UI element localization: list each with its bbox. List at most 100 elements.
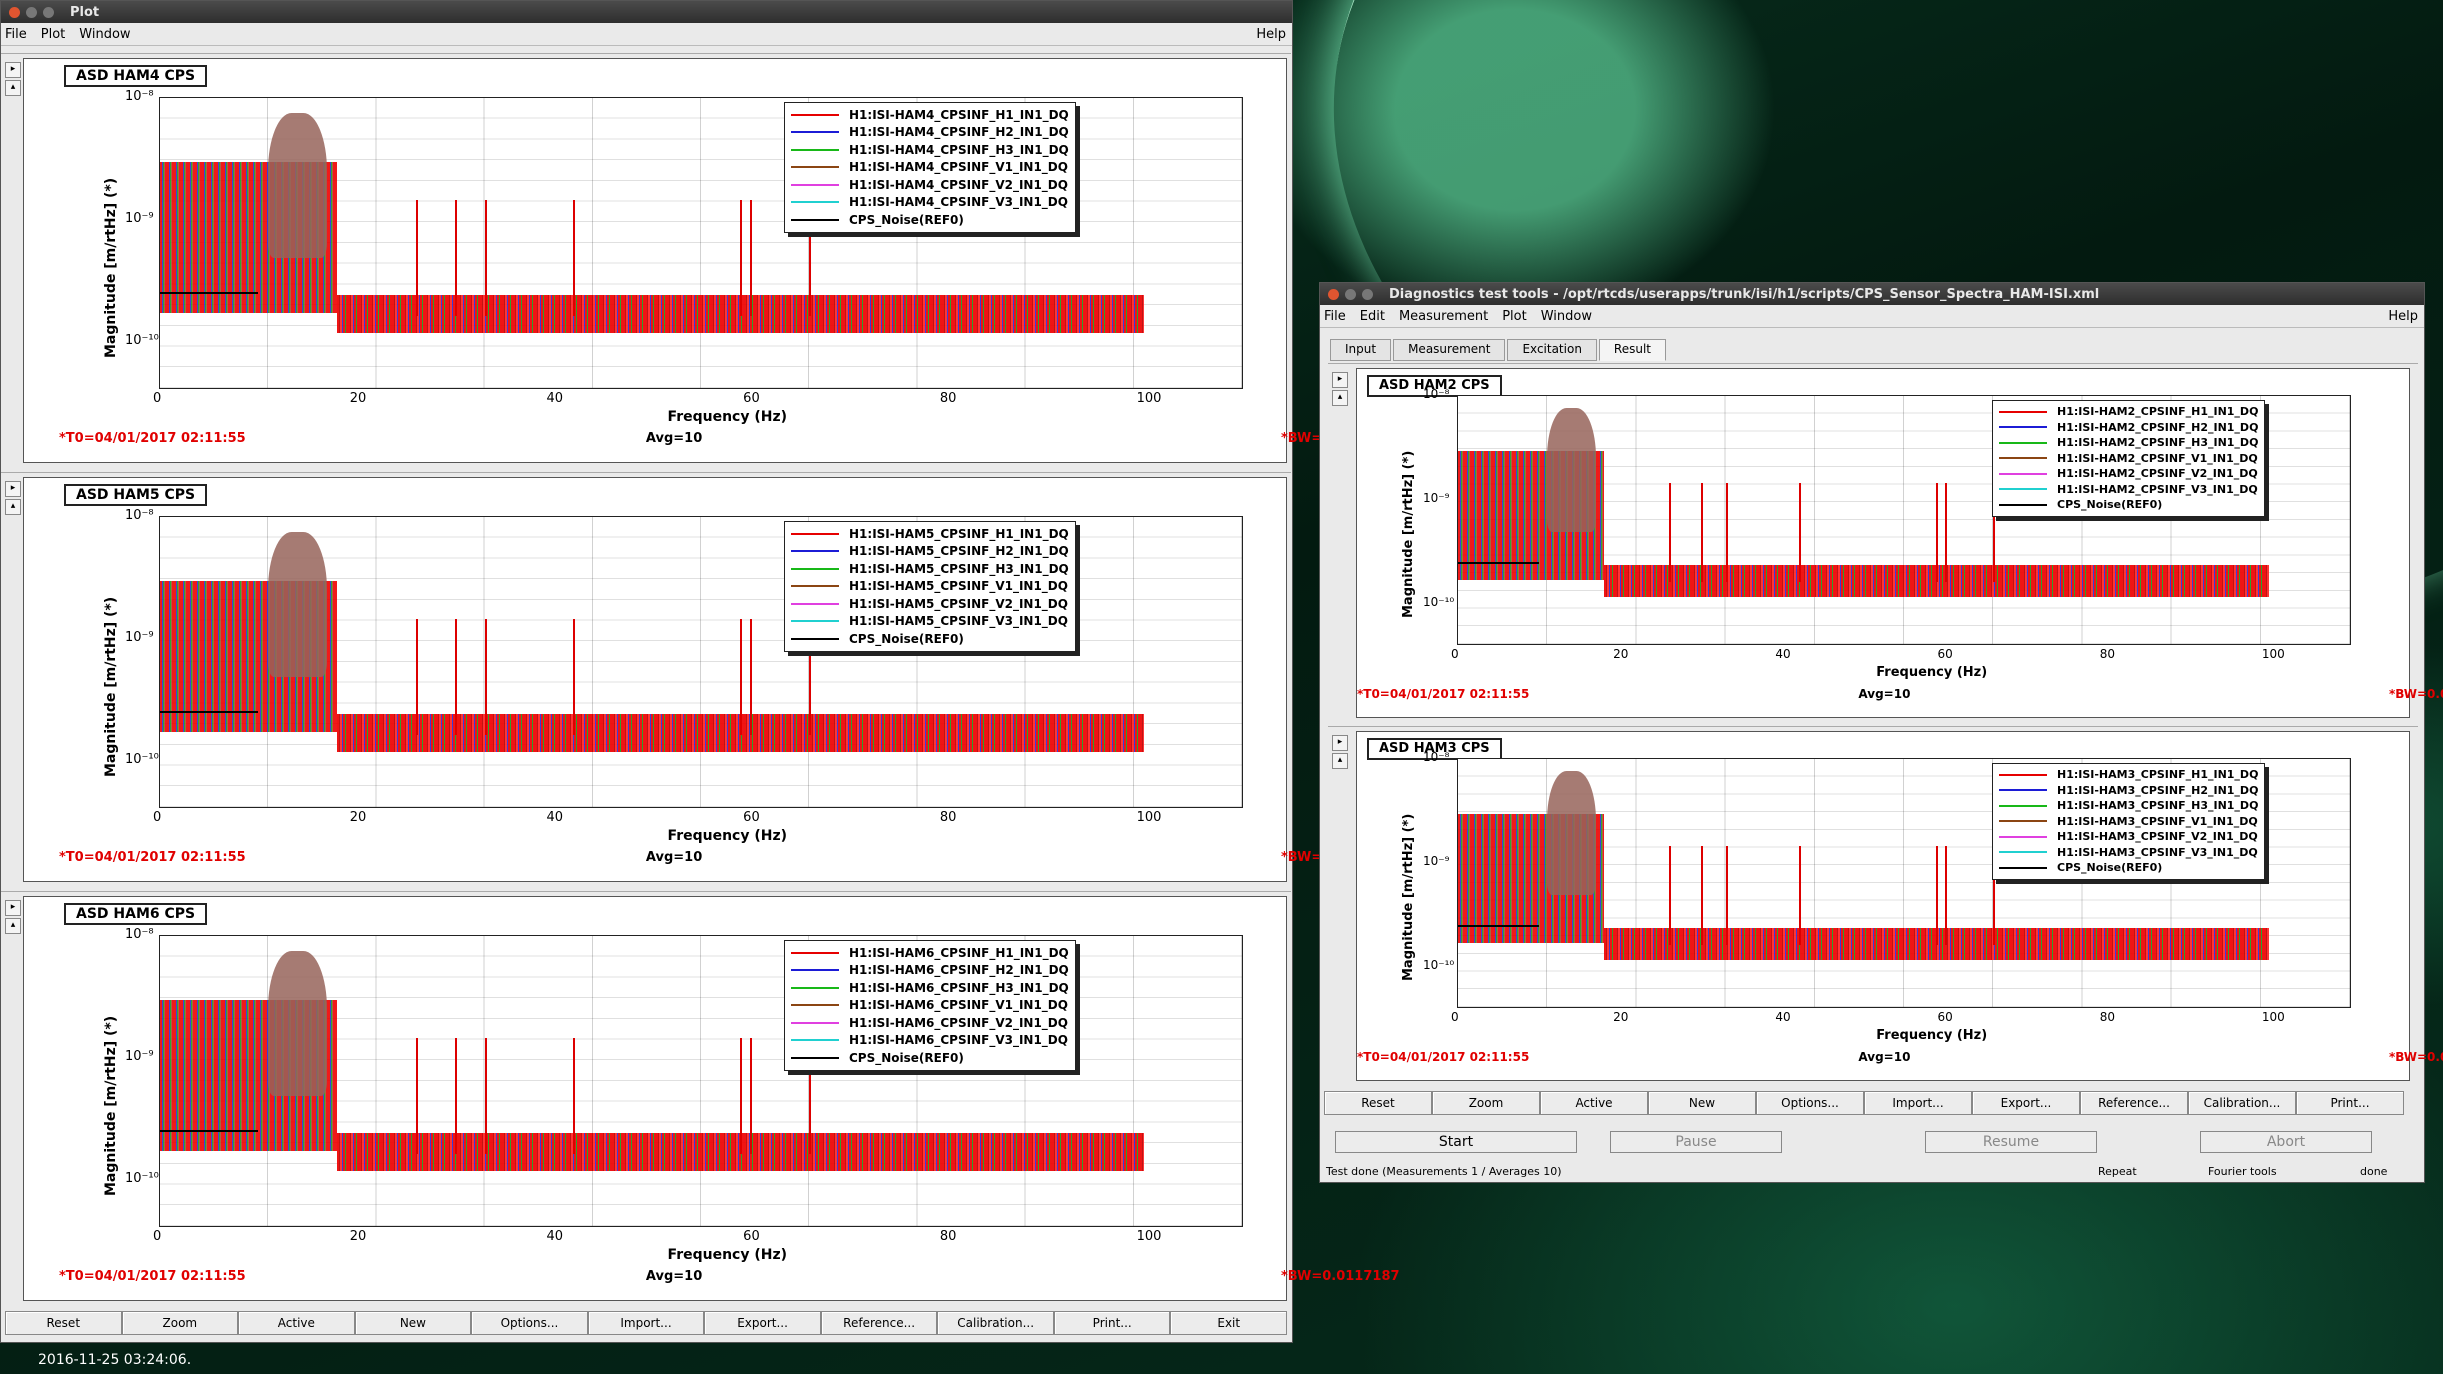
plot-canvas[interactable]: ASD HAM5 CPS H1:ISI-HAM5_CPSINF_H1_IN1_DQ…	[23, 477, 1400, 882]
legend-swatch	[791, 131, 839, 134]
plot-legend[interactable]: H1:ISI-HAM5_CPSINF_H1_IN1_DQ H1:ISI-HAM5_…	[784, 521, 1076, 652]
spectral-line	[455, 618, 458, 735]
collapse-icon[interactable]: ▴	[5, 499, 21, 515]
plot-canvas[interactable]: ASD HAM3 CPS H1:ISI-HAM3_CPSINF_H1_IN1_DQ…	[1356, 731, 2443, 1081]
toolbar-button[interactable]: Calibration...	[937, 1311, 1054, 1335]
resume-button[interactable]: Resume	[1925, 1131, 2097, 1153]
legend-swatch	[791, 969, 839, 972]
menu-edit[interactable]: Edit	[1360, 309, 1385, 324]
reference-noise-line	[160, 1130, 259, 1133]
menu-file[interactable]: File	[5, 27, 27, 42]
toolbar-button[interactable]: Reference...	[2080, 1091, 2188, 1115]
maximize-icon[interactable]	[43, 6, 54, 18]
plot-canvas[interactable]: ASD HAM2 CPS H1:ISI-HAM2_CPSINF_H1_IN1_DQ…	[1356, 368, 2443, 718]
x-axis-label: Frequency (Hz)	[667, 409, 788, 425]
toolbar-button[interactable]: Export...	[1972, 1091, 2080, 1115]
collapse-icon[interactable]: ▴	[5, 918, 21, 934]
plot-legend[interactable]: H1:ISI-HAM4_CPSINF_H1_IN1_DQ H1:ISI-HAM4_…	[784, 102, 1076, 233]
plot-title: ASD HAM4 CPS	[64, 65, 208, 87]
y-tick-label: 10⁻⁹	[1423, 491, 1450, 506]
toolbar-button[interactable]: Reset	[5, 1311, 122, 1335]
legend-swatch	[1999, 804, 2047, 807]
legend-entry: H1:ISI-HAM5_CPSINF_H2_IN1_DQ	[791, 543, 1069, 561]
pause-button[interactable]: Pause	[1610, 1131, 1782, 1153]
spectral-line	[1701, 482, 1704, 582]
x-tick-label: 80	[2099, 1010, 2115, 1024]
abort-button[interactable]: Abort	[2200, 1131, 2372, 1153]
menu-help[interactable]: Help	[2388, 309, 2418, 324]
plot-legend[interactable]: H1:ISI-HAM6_CPSINF_H1_IN1_DQ H1:ISI-HAM6_…	[784, 940, 1076, 1071]
maximize-icon[interactable]	[1362, 288, 1373, 300]
toolbar-button[interactable]: Zoom	[1432, 1091, 1540, 1115]
legend-swatch	[1999, 851, 2047, 854]
toolbar-button[interactable]: Active	[238, 1311, 355, 1335]
y-tick-label: 10⁻¹⁰	[1423, 958, 1455, 973]
close-icon[interactable]	[9, 6, 20, 18]
resonance-peak	[268, 531, 328, 677]
menu-plot[interactable]: Plot	[41, 27, 66, 42]
menu-file[interactable]: File	[1324, 309, 1346, 324]
menu-window[interactable]: Window	[79, 27, 130, 42]
legend-label: H1:ISI-HAM2_CPSINF_V3_IN1_DQ	[2057, 482, 2258, 496]
x-tick-label: 0	[1451, 1010, 1459, 1024]
resonance-peak	[1547, 771, 1596, 896]
toolbar-button[interactable]: New	[1648, 1091, 1756, 1115]
tab-measurement[interactable]: Measurement	[1393, 339, 1506, 361]
minimize-icon[interactable]	[1345, 288, 1356, 300]
start-button[interactable]: Start	[1335, 1131, 1577, 1153]
expand-icon[interactable]: ▸	[5, 481, 21, 497]
plot-window: Plot File Plot Window Help ▸ ▴ ASD HAM4 CP…	[0, 0, 1400, 1343]
close-icon[interactable]	[1328, 288, 1339, 300]
spectral-line	[573, 618, 576, 735]
toolbar-button[interactable]: Options...	[471, 1311, 588, 1335]
legend-entry: CPS_Noise(REF0)	[791, 630, 1069, 648]
toolbar-button[interactable]: Print...	[2296, 1091, 2404, 1115]
expand-icon[interactable]: ▸	[5, 900, 21, 916]
toolbar-button[interactable]: Calibration...	[2188, 1091, 2296, 1115]
spectral-line	[1798, 845, 1801, 945]
status-done: done	[2360, 1165, 2388, 1178]
toolbar-button[interactable]: Zoom	[121, 1311, 239, 1335]
avg-label: Avg=10	[645, 850, 703, 865]
plot-legend[interactable]: H1:ISI-HAM3_CPSINF_H1_IN1_DQ H1:ISI-HAM3_…	[1992, 763, 2266, 880]
menu-help[interactable]: Help	[1256, 27, 1286, 42]
expand-icon[interactable]: ▸	[1332, 735, 1348, 751]
menu-window[interactable]: Window	[1541, 309, 1592, 324]
x-tick-label: 100	[2261, 1010, 2285, 1024]
tab-input[interactable]: Input	[1330, 339, 1392, 361]
legend-entry: H1:ISI-HAM5_CPSINF_H1_IN1_DQ	[791, 525, 1069, 543]
toolbar-button[interactable]: Export...	[704, 1311, 821, 1335]
expand-icon[interactable]: ▸	[5, 62, 21, 78]
reference-noise-line	[160, 711, 259, 714]
expand-icon[interactable]: ▸	[1332, 372, 1348, 388]
collapse-icon[interactable]: ▴	[1332, 753, 1348, 769]
tab-result[interactable]: Result	[1598, 339, 1666, 361]
toolbar-button[interactable]: Active	[1540, 1091, 1648, 1115]
collapse-icon[interactable]: ▴	[5, 80, 21, 96]
legend-label: H1:ISI-HAM6_CPSINF_H3_IN1_DQ	[849, 980, 1069, 995]
x-tick-label: 40	[1775, 1010, 1791, 1024]
y-tick-label: 10⁻¹⁰	[125, 332, 159, 348]
toolbar-button[interactable]: New	[354, 1311, 472, 1335]
dtt-titlebar[interactable]: Diagnostics test tools - /opt/rtcds/user…	[1320, 283, 2424, 305]
legend-entry: H1:ISI-HAM3_CPSINF_H1_IN1_DQ	[1999, 767, 2258, 783]
menu-plot[interactable]: Plot	[1502, 309, 1527, 324]
toolbar-button[interactable]: Print...	[1053, 1311, 1171, 1335]
minimize-icon[interactable]	[26, 6, 37, 18]
plot-canvas[interactable]: ASD HAM6 CPS H1:ISI-HAM6_CPSINF_H1_IN1_DQ…	[23, 896, 1400, 1301]
reference-noise-line	[1458, 925, 1540, 928]
toolbar-button[interactable]: Reference...	[820, 1311, 938, 1335]
toolbar-button[interactable]: Import...	[1864, 1091, 1972, 1115]
plot-legend[interactable]: H1:ISI-HAM2_CPSINF_H1_IN1_DQ H1:ISI-HAM2_…	[1992, 400, 2266, 517]
toolbar-button[interactable]: Options...	[1756, 1091, 1864, 1115]
tab-excitation[interactable]: Excitation	[1507, 339, 1597, 361]
y-axis-label: Magnitude [m/rtHz] (*)	[103, 596, 119, 777]
plot-window-titlebar[interactable]: Plot	[1, 1, 1292, 23]
plot-canvas[interactable]: ASD HAM4 CPS H1:ISI-HAM4_CPSINF_H1_IN1_DQ…	[23, 58, 1400, 463]
menu-measurement[interactable]: Measurement	[1399, 309, 1488, 324]
legend-entry: H1:ISI-HAM6_CPSINF_V1_IN1_DQ	[791, 997, 1069, 1015]
collapse-icon[interactable]: ▴	[1332, 390, 1348, 406]
toolbar-button[interactable]: Import...	[587, 1311, 705, 1335]
toolbar-button[interactable]: Reset	[1324, 1091, 1432, 1115]
toolbar-button[interactable]: Exit	[1170, 1311, 1288, 1335]
